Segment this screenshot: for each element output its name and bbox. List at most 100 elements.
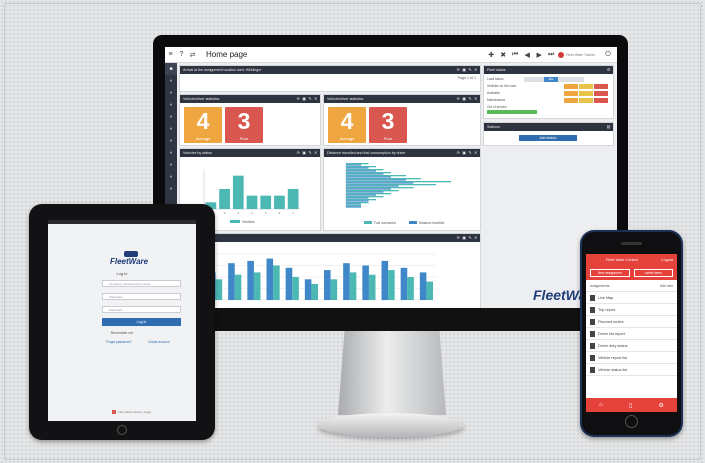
phone-menu-label: Vehicle status list [598, 368, 628, 372]
prev-icon[interactable]: ◀ [522, 51, 532, 59]
panel-tools-icon[interactable]: ⟳ ▣ ✎ ✕ [297, 149, 318, 157]
close-icon[interactable]: ✖ [498, 51, 508, 59]
kpi-value: 4 [340, 108, 354, 134]
bar [346, 197, 369, 199]
sidebar-item-settings[interactable]: ● [165, 183, 177, 195]
bar [346, 190, 399, 192]
phone-menu-item[interactable]: Trip report [586, 304, 677, 316]
status-dot-icon [558, 51, 565, 58]
add-station-button[interactable]: Add station [519, 135, 577, 141]
phone-device: Fleet Ware Control Logout New assignment… [580, 230, 683, 437]
home-button[interactable] [117, 425, 127, 435]
login-footer: Fleet Ware Secure Login [118, 410, 152, 414]
sidebar-item-drivers[interactable]: ● [165, 87, 177, 99]
kpi-title-left: Vehicle/driver statistics [183, 97, 220, 101]
bar [426, 281, 433, 300]
panel-tools-icon[interactable]: ⟳ ▣ ✎ ✕ [457, 234, 478, 242]
password-field[interactable]: Password [102, 306, 181, 313]
sidebar-item-map[interactable]: ● [165, 99, 177, 111]
home-icon[interactable]: ⌂ [599, 402, 603, 408]
tab-new-assignment[interactable]: New assignment [590, 269, 630, 277]
add-new-button[interactable]: Add new [660, 280, 673, 292]
legend-swatch [364, 221, 372, 224]
subheader-left: Assignments [590, 284, 610, 288]
logout-button[interactable]: Logout [661, 254, 673, 266]
top-bar: ≡ ? ⇄ Home page ✚ ✖ ⏮ ◀ ▶ ⏭ Fleet Ware T… [165, 47, 617, 63]
phone-menu-item[interactable]: Vehicle status list [586, 364, 677, 376]
sidebar-item-vehicles[interactable]: ● [165, 75, 177, 87]
phone-header-title: Fleet Ware Control [606, 258, 638, 262]
first-icon[interactable]: ⏮ [510, 51, 520, 59]
sidebar-item-fuel[interactable]: ● [165, 159, 177, 171]
print-icon[interactable]: ▤ [607, 123, 611, 131]
phone-menu-label: Vehicle report list [598, 356, 627, 360]
help-icon[interactable]: ? [176, 51, 187, 58]
status-cell [594, 84, 608, 89]
share-icon[interactable]: ⇄ [187, 51, 198, 59]
phone-screen: Fleet Ware Control Logout New assignment… [586, 254, 677, 412]
bar [368, 274, 376, 300]
lock-icon [112, 410, 116, 414]
stations-header: Stations ▤ [484, 123, 613, 131]
forgot-password-link[interactable]: Forgot password? [106, 340, 132, 344]
status-cell [564, 84, 578, 89]
document-icon [590, 355, 595, 361]
legend-label: Fuel consumed [374, 221, 396, 225]
bar [400, 267, 408, 300]
phone-menu-item[interactable]: Vehicle report list [586, 352, 677, 364]
phone-menu-item[interactable]: Live Map [586, 292, 677, 304]
settings-icon[interactable]: ⚙ [658, 402, 663, 409]
bar [346, 167, 369, 169]
load-status-badge: Idle [544, 77, 558, 82]
settings-icon[interactable]: ⚙ [607, 66, 611, 74]
fleet-row-label: Maintenance [487, 98, 506, 102]
add-icon[interactable]: ✚ [486, 51, 496, 59]
bar [346, 196, 384, 198]
bar [304, 279, 312, 300]
document-icon [590, 331, 595, 337]
kpi-title-right: Vehicle/driver statistics [327, 97, 364, 101]
fleet-status-title: Fleet status [487, 68, 506, 72]
phone-menu-item[interactable]: Driver list report [586, 328, 677, 340]
panel-tools-icon[interactable]: ⟳ ▣ ✎ ✕ [457, 149, 478, 157]
progress-bar [487, 110, 537, 114]
phone-home-button[interactable] [625, 415, 638, 428]
panel-tools-icon[interactable]: ⟳ ▣ ✎ ✕ [457, 95, 478, 103]
last-icon[interactable]: ⏭ [546, 51, 556, 59]
panel-tools-icon[interactable]: ⟳ ▣ ✎ ✕ [457, 66, 478, 74]
phone-menu-item[interactable]: Driver duty status [586, 340, 677, 352]
kpi-label: Poor [383, 136, 393, 141]
phone-icon[interactable]: ▯ [629, 402, 632, 409]
sidebar-item-routes[interactable]: ● [165, 135, 177, 147]
monitor-stand [338, 331, 446, 415]
bar [330, 279, 338, 300]
bar [253, 272, 261, 300]
menu-icon[interactable]: ≡ [165, 51, 176, 58]
document-icon [590, 367, 595, 373]
tick-label: 5 [265, 211, 267, 215]
login-button[interactable]: Log in [102, 318, 181, 326]
company-field[interactable]: Company name/Account name [102, 280, 181, 287]
tablet-device: FleetWare Log in Company name/Account na… [29, 204, 215, 440]
sidebar-item-home[interactable]: ■ [165, 63, 177, 75]
create-account-link[interactable]: Create account [148, 340, 170, 344]
username-field[interactable]: Username [102, 293, 181, 300]
status-cell [579, 84, 593, 89]
stations-title: Stations [487, 125, 500, 129]
next-icon[interactable]: ▶ [534, 51, 544, 59]
sidebar-item-maint[interactable]: ● [165, 171, 177, 183]
phone-menu-list: Live Map Trip report Planned routes Driver … [586, 292, 677, 376]
kpi-average: 4 Average [328, 107, 366, 143]
tab-latest-items[interactable]: Latest items [633, 269, 673, 277]
alerts-header: Arrival at the assignment location alert… [180, 66, 480, 74]
user-name[interactable]: Fleet Ware Trainer [566, 53, 595, 57]
sidebar-item-reports[interactable]: ● [165, 111, 177, 123]
sidebar-item-trips[interactable]: ● [165, 123, 177, 135]
phone-menu-item[interactable]: Planned routes [586, 316, 677, 328]
legend-label: Vehicles [242, 220, 255, 224]
remember-me-checkbox[interactable]: Remember me [48, 331, 196, 335]
power-icon[interactable]: ⏻ [603, 51, 613, 59]
panel-tools-icon[interactable]: ⟳ ▣ ✎ ✕ [297, 95, 318, 103]
bar [266, 258, 274, 300]
sidebar-item-alerts[interactable]: ● [165, 147, 177, 159]
